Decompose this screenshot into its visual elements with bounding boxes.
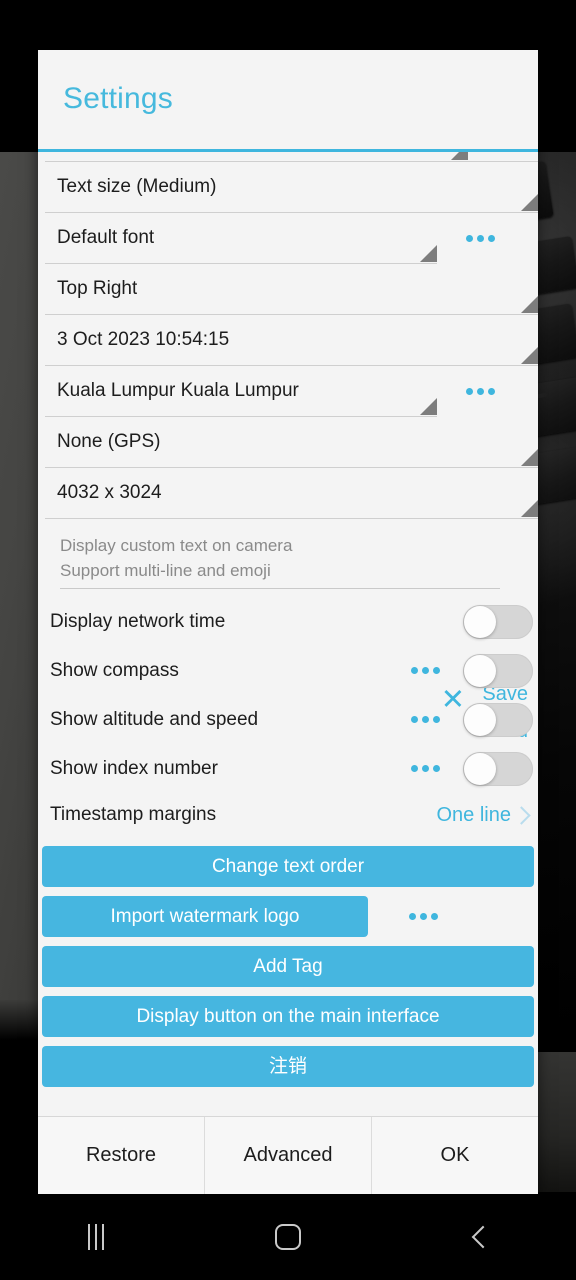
chevron-down-icon: [451, 152, 468, 160]
toggle-row-index-number[interactable]: Show index number: [38, 744, 538, 793]
overflow-menu-icon[interactable]: [387, 695, 463, 744]
chevron-down-icon: [420, 398, 437, 415]
nav-back-button[interactable]: [384, 1194, 576, 1280]
spinner-control[interactable]: Default font: [45, 213, 437, 264]
recents-icon: [88, 1224, 104, 1250]
toggle-switch[interactable]: [463, 604, 533, 639]
logout-button[interactable]: 注销: [42, 1046, 534, 1087]
spinner-label: Text size (Medium): [57, 176, 217, 197]
chevron-down-icon: [521, 194, 538, 211]
toggle-switch[interactable]: [463, 751, 533, 786]
timestamp-margins-label: Timestamp margins: [50, 804, 217, 825]
add-tag-button[interactable]: Add Tag: [42, 946, 534, 987]
spinner-control[interactable]: 3 Oct 2023 10:54:15: [45, 315, 538, 366]
toggle-knob: [464, 605, 496, 638]
overflow-menu-icon[interactable]: [387, 646, 463, 695]
dialog-footer: Restore Advanced OK: [38, 1116, 538, 1194]
restore-button[interactable]: Restore: [38, 1117, 204, 1194]
spinner-row-position[interactable]: Top Right: [38, 264, 538, 315]
page-title: Settings: [63, 82, 173, 115]
toggle-row-network-time[interactable]: Display network time: [38, 597, 538, 646]
custom-text-input[interactable]: Display custom text on camera Support mu…: [60, 533, 500, 589]
spinner-label: 3 Oct 2023 10:54:15: [57, 329, 230, 350]
toggle-switch[interactable]: [463, 653, 533, 688]
action-row-logout: 注销: [38, 1046, 538, 1087]
chevron-right-icon: [512, 805, 531, 825]
toggle-row-compass[interactable]: Show compass: [38, 646, 538, 695]
chevron-down-icon: [521, 500, 538, 517]
overflow-menu-icon[interactable]: [387, 744, 463, 793]
chevron-down-icon: [521, 296, 538, 313]
toggle-row-altitude-speed[interactable]: Show altitude and speed: [38, 695, 538, 744]
spinner-control[interactable]: Top Right: [45, 264, 538, 315]
spinner-label: Default font: [57, 227, 155, 248]
toggle-label: Display network time: [50, 610, 226, 632]
phone-screen: Settings Text size (Medium) Default font: [0, 0, 576, 1280]
spinner-row-datetime[interactable]: 3 Oct 2023 10:54:15: [38, 315, 538, 366]
chevron-down-icon: [521, 347, 538, 364]
spinner-control[interactable]: Kuala Lumpur Kuala Lumpur: [45, 366, 437, 417]
toggle-knob: [464, 703, 496, 736]
spinner-control[interactable]: Text size (Medium): [45, 162, 538, 213]
action-row-display-button: Display button on the main interface: [38, 996, 538, 1037]
toggle-knob: [464, 752, 496, 785]
custom-text-placeholder-line2: Support multi-line and emoji: [60, 561, 271, 580]
timestamp-margins-value: One line: [436, 803, 512, 826]
advanced-button[interactable]: Advanced: [204, 1117, 371, 1194]
dialog-header: Settings: [38, 50, 538, 152]
toggle-knob: [464, 654, 496, 687]
overflow-menu-icon[interactable]: [368, 896, 478, 937]
toggle-label: Show index number: [50, 757, 218, 779]
chevron-down-icon: [420, 245, 437, 262]
spinner-row-font[interactable]: Default font: [38, 213, 538, 264]
background-left-panel: [0, 152, 40, 1040]
nav-home-button[interactable]: [192, 1194, 384, 1280]
custom-text-placeholder-line1: Display custom text on camera: [60, 536, 293, 555]
toggle-label: Show compass: [50, 659, 179, 681]
nav-recents-button[interactable]: [0, 1194, 192, 1280]
spinner-row-partial[interactable]: [45, 152, 538, 162]
overflow-menu-icon[interactable]: [437, 366, 523, 417]
ok-button[interactable]: OK: [371, 1117, 538, 1194]
custom-text-row: Display custom text on camera Support mu…: [38, 519, 538, 597]
settings-dialog: Settings Text size (Medium) Default font: [38, 50, 538, 1194]
timestamp-margins-row[interactable]: Timestamp margins One line: [38, 793, 538, 837]
spinner-label: None (GPS): [57, 431, 161, 452]
spinner-control[interactable]: 4032 x 3024: [45, 468, 538, 519]
toggle-switch[interactable]: [463, 702, 533, 737]
spinner-row-resolution[interactable]: 4032 x 3024: [38, 468, 538, 519]
back-icon: [471, 1225, 495, 1249]
spinner-row-text-size[interactable]: Text size (Medium): [38, 162, 538, 213]
change-text-order-button[interactable]: Change text order: [42, 846, 534, 887]
spinner-label: Top Right: [57, 278, 138, 299]
spinner-label: Kuala Lumpur Kuala Lumpur: [57, 380, 299, 401]
toggle-label: Show altitude and speed: [50, 708, 259, 730]
home-icon: [275, 1224, 301, 1250]
spinner-label: 4032 x 3024: [57, 482, 162, 503]
android-navigation-bar: [0, 1194, 576, 1280]
action-row-import-watermark: Import watermark logo: [38, 896, 538, 937]
overflow-menu-icon[interactable]: [437, 213, 523, 264]
display-button-main-interface-button[interactable]: Display button on the main interface: [42, 996, 534, 1037]
import-watermark-logo-button[interactable]: Import watermark logo: [42, 896, 368, 937]
spinner-row-location[interactable]: Kuala Lumpur Kuala Lumpur: [38, 366, 538, 417]
chevron-down-icon: [521, 449, 538, 466]
action-row-change-text-order: Change text order: [38, 846, 538, 887]
dialog-body: Text size (Medium) Default font Top Righ…: [38, 152, 538, 1116]
action-row-add-tag: Add Tag: [38, 946, 538, 987]
spinner-row-coordinates[interactable]: None (GPS): [38, 417, 538, 468]
spinner-control[interactable]: None (GPS): [45, 417, 538, 468]
